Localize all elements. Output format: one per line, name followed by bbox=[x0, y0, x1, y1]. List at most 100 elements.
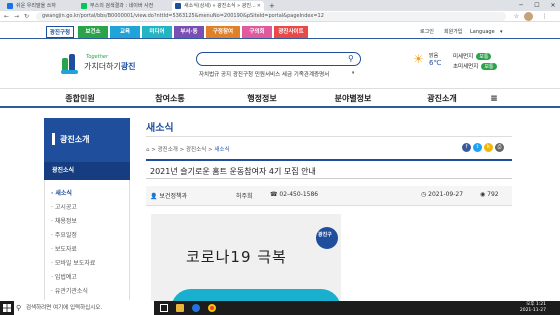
task-view-icon[interactable] bbox=[160, 304, 168, 312]
breadcrumb: ⌂ > 광진소개 > 광진소식 > 새소식 bbox=[146, 147, 230, 153]
favicon-icon bbox=[81, 3, 87, 9]
sidebar-section[interactable]: 광진소식 bbox=[44, 162, 130, 180]
site-link-council[interactable]: 구의회 bbox=[242, 26, 272, 38]
logo-text: 가치더하기 bbox=[84, 62, 121, 71]
reload-icon[interactable]: ↻ bbox=[22, 12, 31, 21]
logo-mark-icon bbox=[61, 54, 78, 74]
weather-widget: ☀ 맑음 6℃ bbox=[413, 51, 443, 71]
menu-dots-icon[interactable]: ⋮ bbox=[540, 12, 549, 21]
menu-admin[interactable]: 행정정보 bbox=[232, 89, 292, 109]
temperature: 6℃ bbox=[429, 59, 442, 67]
logo-text-strong: 광진 bbox=[120, 62, 136, 71]
site-link-gwangjin[interactable]: 광진구청 bbox=[46, 26, 74, 38]
menu-civil[interactable]: 종합민원 bbox=[50, 89, 110, 109]
sidebar-header: 광진소개 bbox=[44, 118, 130, 162]
sidebar-item-mobile-press[interactable]: · 모바일 보도자료 bbox=[51, 258, 95, 267]
browser-tab-active[interactable]: 새소식(상세) » 광진소식 » 광진... ✕ bbox=[172, 1, 264, 11]
post-image: 광진구 코로나19 극복 bbox=[151, 214, 341, 315]
site-top-nav: 광진구청 보건소 교육 미디어 부서·동 구정참여 구의회 광진사이트 로그인 … bbox=[0, 24, 560, 39]
post-date: ◷ 2021-09-27 bbox=[421, 191, 464, 198]
chrome-icon[interactable] bbox=[208, 304, 216, 312]
signup-link[interactable]: 회원가입 bbox=[444, 26, 462, 38]
department: 👤 보건정책과 bbox=[150, 193, 188, 200]
menu-participation[interactable]: 참여소통 bbox=[140, 89, 200, 109]
post-meta: 👤 보건정책과 허주희 ☎ 02-450-1586 ◷ 2021-09-27 ◉… bbox=[146, 186, 512, 206]
page-title: 새소식 bbox=[146, 123, 174, 134]
star-icon[interactable]: ☆ bbox=[512, 12, 521, 21]
sidebar: 광진소개 광진소식 · 새소식 · 고시공고 · 채용정보 · 주요일정 · 보… bbox=[44, 118, 130, 300]
chevron-down-icon[interactable]: ▾ bbox=[500, 26, 503, 38]
eye-icon: ◉ bbox=[480, 191, 486, 198]
main-menu: 종합민원 참여소통 행정정보 분야별정보 광진소개 ≡ bbox=[0, 88, 560, 108]
divider bbox=[146, 136, 512, 137]
share-buttons: f t k ⎙ bbox=[462, 143, 512, 153]
status-badge: 보통 bbox=[476, 53, 492, 60]
print-icon[interactable]: ⎙ bbox=[495, 143, 504, 152]
search-icon[interactable]: ⚲ bbox=[16, 304, 21, 312]
facebook-icon[interactable]: f bbox=[462, 143, 471, 152]
post-title-bar: 2021년 슬기로운 홈트 운동참여자 4기 모집 안내 bbox=[146, 159, 512, 179]
site-link-participation[interactable]: 구정참여 bbox=[206, 26, 240, 38]
poster-headline: 코로나19 극복 bbox=[186, 248, 287, 266]
back-icon[interactable]: ← bbox=[2, 12, 11, 21]
sidebar-item-agencies[interactable]: · 유관기관소식 bbox=[51, 286, 88, 295]
profile-avatar[interactable] bbox=[524, 12, 533, 21]
status-badge: 보통 bbox=[481, 63, 497, 70]
site-link-media[interactable]: 미디어 bbox=[142, 26, 172, 38]
author: 허주희 bbox=[236, 193, 253, 200]
menu-intro[interactable]: 광진소개 bbox=[412, 89, 472, 109]
kakao-icon[interactable]: k bbox=[484, 143, 493, 152]
browser-tab[interactable]: 부스의 검색결과 : 네이버 사전 bbox=[78, 1, 168, 11]
address-bar-row: ← → ↻ gwangjin.go.kr/portal/bbs/B0000001… bbox=[0, 11, 560, 22]
favicon-icon bbox=[7, 3, 13, 9]
minimize-icon[interactable]: ─ bbox=[514, 0, 528, 11]
site-link-health[interactable]: 보건소 bbox=[78, 26, 108, 38]
twitter-icon[interactable]: t bbox=[473, 143, 482, 152]
fine-dust: 미세먼지 보통 bbox=[453, 52, 492, 60]
site-link-sites[interactable]: 광진사이트 bbox=[274, 26, 308, 38]
language-link[interactable]: Language bbox=[470, 26, 495, 38]
windows-start-icon[interactable] bbox=[3, 304, 11, 312]
post-title: 2021년 슬기로운 홈트 운동참여자 4기 모집 안내 bbox=[150, 167, 316, 176]
home-icon[interactable]: ⌂ bbox=[146, 147, 150, 153]
view-count: ◉ 792 bbox=[480, 191, 499, 198]
edge-icon[interactable] bbox=[192, 304, 200, 312]
weather-label: 맑음 bbox=[429, 53, 439, 59]
sidebar-title: 광진소개 bbox=[60, 135, 90, 144]
phone: ☎ 02-450-1586 bbox=[270, 191, 319, 198]
sun-cloud-icon: ☀ bbox=[413, 52, 424, 66]
site-link-education[interactable]: 교육 bbox=[110, 26, 140, 38]
maximize-icon[interactable]: ☐ bbox=[530, 0, 544, 11]
site-search-input[interactable] bbox=[196, 52, 361, 66]
system-clock[interactable]: 오후 1:21 2021-11-27 bbox=[520, 302, 546, 314]
browser-tab-bar: 쉬운 우리말을 쓰자 부스의 검색결과 : 네이버 사전 새소식(상세) » 광… bbox=[0, 0, 560, 11]
close-tab-icon[interactable]: ✕ bbox=[257, 1, 261, 11]
browser-tab[interactable]: 쉬운 우리말을 쓰자 bbox=[4, 1, 74, 11]
sidebar-item-press[interactable]: · 보도자료 bbox=[51, 244, 77, 253]
keyword-pause-icon[interactable]: ⏸ bbox=[352, 70, 355, 76]
user-icon: 👤 bbox=[150, 193, 158, 200]
sidebar-item-schedule[interactable]: · 주요일정 bbox=[51, 230, 77, 239]
sidebar-item-jobs[interactable]: · 채용정보 bbox=[51, 216, 77, 225]
phone-icon: ☎ bbox=[270, 191, 278, 198]
sidebar-item-notice[interactable]: · 고시공고 bbox=[51, 202, 77, 211]
new-tab-button[interactable]: + bbox=[266, 1, 278, 11]
taskbar: 검색하려면 여기에 입력하십시오. ⚲ 오후 1:21 2021-11-27 bbox=[0, 301, 560, 315]
login-link[interactable]: 로그인 bbox=[420, 26, 434, 38]
ultrafine-dust: 초미세먼지 보통 bbox=[453, 62, 497, 70]
sidebar-item-legislation[interactable]: · 입법예고 bbox=[51, 272, 77, 281]
site-link-dept[interactable]: 부서·동 bbox=[174, 26, 204, 38]
file-explorer-icon[interactable] bbox=[176, 304, 184, 312]
hamburger-icon[interactable]: ≡ bbox=[484, 89, 504, 109]
sidebar-item-news[interactable]: · 새소식 bbox=[51, 188, 72, 197]
menu-field[interactable]: 분야별정보 bbox=[323, 89, 383, 109]
close-window-icon[interactable]: ✕ bbox=[546, 0, 560, 11]
site-logo[interactable]: Together 가치더하기광진 bbox=[60, 52, 140, 76]
url-input[interactable]: gwangjin.go.kr/portal/bbs/B0000001/view.… bbox=[36, 12, 506, 21]
search-icon[interactable]: ⚲ bbox=[348, 54, 354, 63]
forward-icon[interactable]: → bbox=[12, 12, 21, 21]
logo-tagline: Together bbox=[86, 54, 109, 60]
poster-logo: 광진구 bbox=[318, 232, 332, 238]
taskbar-search-input[interactable]: 검색하려면 여기에 입력하십시오. bbox=[14, 301, 154, 315]
popular-keywords[interactable]: 자치법규 공지 광진구청 민원서비스 세금 기족관계증명서 bbox=[199, 70, 329, 78]
